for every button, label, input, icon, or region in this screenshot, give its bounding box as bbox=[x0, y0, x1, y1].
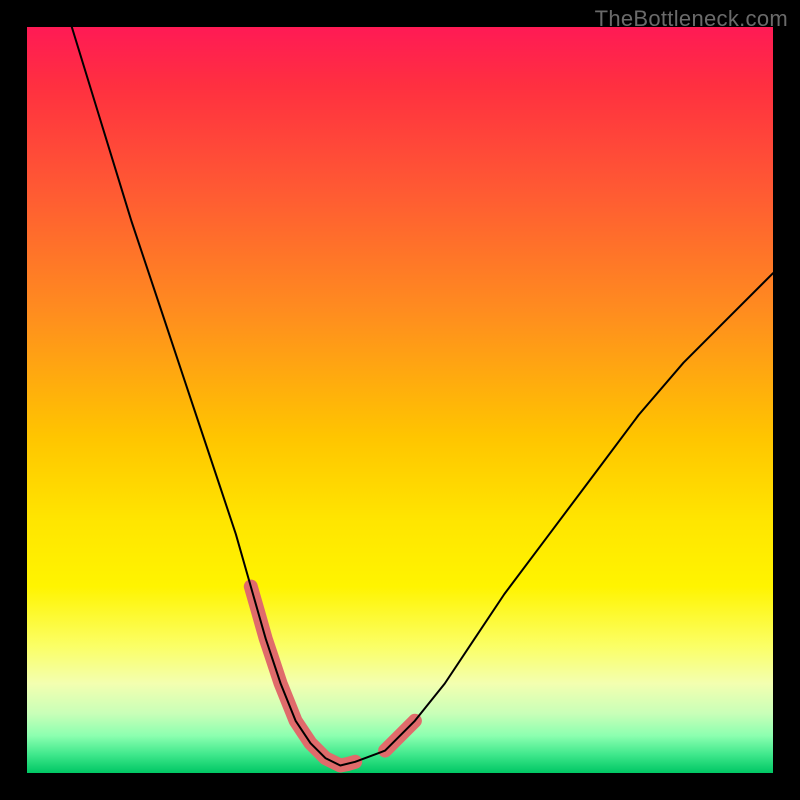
highlight-segment bbox=[251, 587, 355, 766]
plot-area bbox=[27, 27, 773, 773]
curve-svg bbox=[27, 27, 773, 773]
bottleneck-curve-path bbox=[72, 27, 773, 766]
chart-frame: TheBottleneck.com bbox=[0, 0, 800, 800]
watermark-text: TheBottleneck.com bbox=[595, 6, 788, 32]
